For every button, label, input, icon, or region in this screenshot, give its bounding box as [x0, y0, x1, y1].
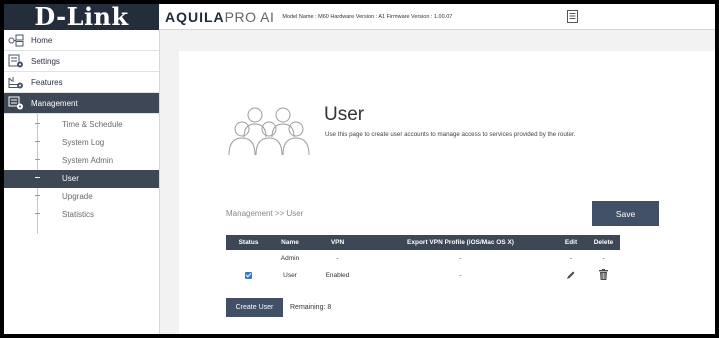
submenu-label: Time & Schedule: [62, 120, 123, 129]
remaining-count: Remaining: 8: [290, 304, 332, 311]
tree-branch: [35, 177, 40, 178]
sidebar-item-management[interactable]: Management: [4, 93, 159, 114]
sidebar-item-features[interactable]: Features: [4, 72, 159, 93]
status-checkbox[interactable]: [245, 271, 252, 279]
submenu-item-system-admin[interactable]: System Admin: [4, 152, 159, 170]
sidebar-item-label: Features: [31, 77, 63, 87]
dlink-logo[interactable]: D-Link: [4, 4, 159, 30]
user-table: Status Name VPN Export VPN Profile (iOS/…: [226, 235, 620, 284]
submenu-item-statistics[interactable]: Statistics: [4, 206, 159, 224]
management-icon: [8, 96, 24, 110]
header-name: Name: [271, 235, 309, 250]
tree-branch: [35, 159, 40, 160]
submenu-item-time-schedule[interactable]: Time & Schedule: [4, 116, 159, 134]
sidebar-item-label: Settings: [31, 56, 60, 66]
brand-sub: PRO AI: [224, 8, 275, 25]
users-group-icon: [222, 107, 314, 161]
document-icon[interactable]: [567, 10, 578, 23]
submenu-label: Upgrade: [62, 192, 93, 201]
sidebar: D-Link Home Settings Features Management…: [4, 4, 160, 334]
home-network-icon: [8, 33, 24, 47]
header-edit: Edit: [555, 235, 587, 250]
device-info: Model Name : M60 Hardware Version : A1 F…: [282, 13, 453, 20]
cell-export: -: [459, 272, 462, 279]
tree-branch: [35, 195, 40, 196]
cell-vpn: Enabled: [325, 272, 350, 279]
cell-vpn: -: [336, 255, 339, 262]
table-row: Admin - - - -: [226, 250, 620, 267]
brand-main: AQUILA: [165, 8, 225, 25]
sidebar-item-label: Management: [31, 98, 78, 108]
features-icon: [8, 75, 24, 89]
cell-status: [226, 250, 271, 267]
cell-status: [226, 267, 271, 284]
create-user-button[interactable]: Create User: [226, 298, 283, 317]
tree-branch: [35, 213, 40, 214]
submenu-item-system-log[interactable]: System Log: [4, 134, 159, 152]
submenu-item-upgrade[interactable]: Upgrade: [4, 188, 159, 206]
submenu-label: System Log: [62, 138, 105, 147]
cell-name: Admin: [280, 255, 300, 262]
header-status: Status: [226, 235, 271, 250]
cell-edit: -: [569, 255, 573, 262]
sidebar-item-label: Home: [31, 35, 53, 45]
submenu-label: User: [62, 174, 79, 183]
tree-branch: [35, 123, 40, 124]
header-vpn: VPN: [309, 235, 366, 250]
sidebar-item-settings[interactable]: Settings: [4, 51, 159, 72]
save-button[interactable]: Save: [592, 201, 659, 226]
table-row: User Enabled -: [226, 267, 620, 284]
header-delete: Delete: [587, 235, 620, 250]
sidebar-item-home[interactable]: Home: [4, 30, 159, 51]
submenu-item-user[interactable]: User: [4, 170, 159, 188]
cell-name: User: [283, 272, 297, 279]
product-brand: AQUILAPRO AI: [165, 9, 274, 25]
trash-icon[interactable]: [599, 269, 608, 282]
page-title: User: [324, 104, 365, 125]
page-description: Use this page to create user accounts to…: [325, 131, 576, 138]
tree-branch: [35, 141, 40, 142]
app-frame: D-Link Home Settings Features Management…: [4, 4, 715, 334]
table-header-row: Status Name VPN Export VPN Profile (iOS/…: [226, 235, 620, 250]
cell-export: -: [459, 255, 462, 262]
cell-delete: -: [602, 255, 605, 262]
header-export-vpn: Export VPN Profile (iOS/Mac OS X): [366, 235, 555, 250]
breadcrumb: Management >> User: [226, 209, 304, 218]
top-header: AQUILAPRO AI Model Name : M60 Hardware V…: [159, 4, 715, 30]
pencil-icon[interactable]: [566, 270, 576, 282]
submenu-label: Statistics: [62, 210, 95, 219]
cell-delete: [587, 267, 620, 284]
management-submenu: Time & Schedule System Log System Admin …: [4, 114, 159, 234]
settings-icon: [8, 54, 24, 68]
submenu-label: System Admin: [62, 156, 114, 165]
cell-edit: [555, 267, 587, 284]
main-panel: User Use this page to create user accoun…: [179, 51, 715, 334]
